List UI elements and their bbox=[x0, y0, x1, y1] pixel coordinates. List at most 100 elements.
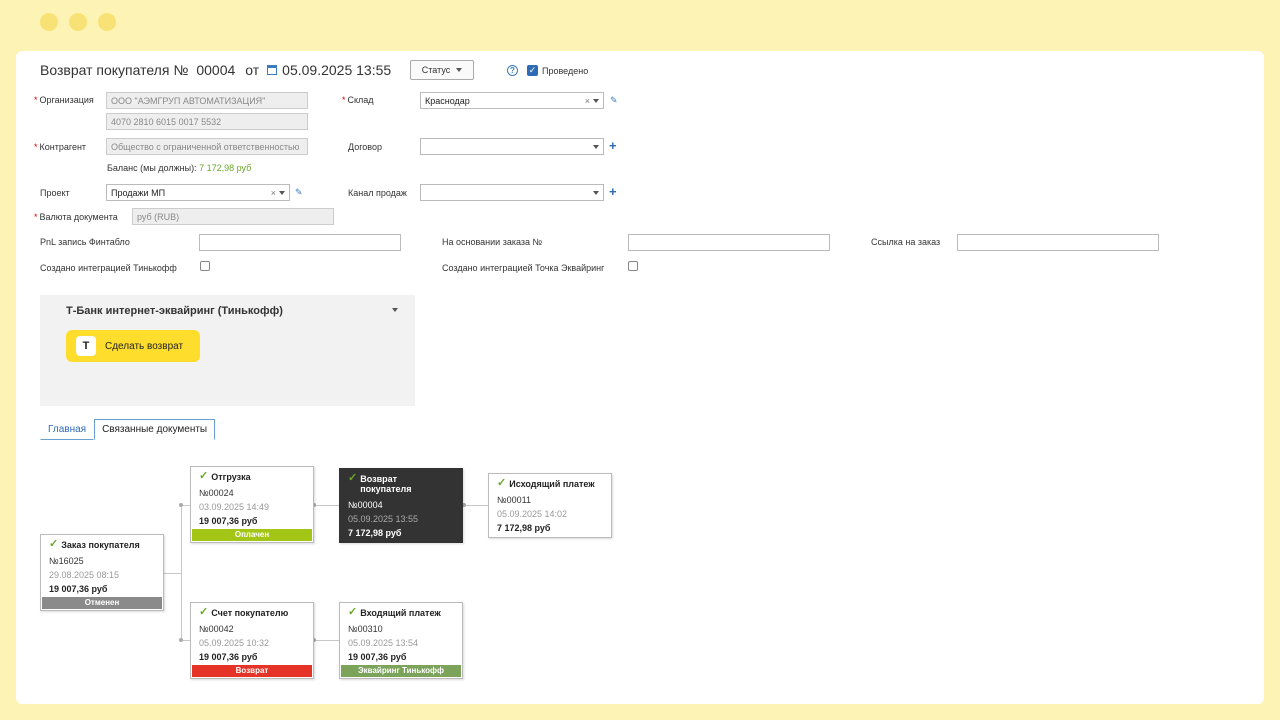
tochka-integration-checkbox[interactable] bbox=[628, 261, 638, 271]
card-number: №00011 bbox=[497, 495, 532, 505]
org-label: * Организация bbox=[34, 95, 94, 105]
project-select[interactable]: Продажи МП × bbox=[106, 184, 290, 201]
clear-icon[interactable]: × bbox=[585, 96, 590, 106]
check-icon: ✓ bbox=[49, 538, 59, 550]
contract-label: Договор bbox=[348, 142, 382, 152]
counterparty-label: * Контрагент bbox=[34, 142, 87, 152]
check-icon: ✓ bbox=[497, 477, 507, 489]
posted-checkbox-group[interactable]: ✓ Проведено bbox=[527, 65, 588, 76]
project-label: Проект bbox=[40, 188, 70, 198]
balance-row: Баланс (мы должны): 7 172,98 руб bbox=[107, 163, 251, 173]
doc-card-customer-order[interactable]: ✓ Заказ покупателя №16025 29.08.2025 08:1… bbox=[40, 534, 164, 611]
status-badge: Отменен bbox=[42, 597, 162, 609]
card-sum: 19 007,36 руб bbox=[199, 516, 258, 526]
edit-pencil-icon[interactable]: ✎ bbox=[295, 188, 303, 197]
card-title: Счет покупателю bbox=[211, 608, 289, 618]
doc-card-incoming-payment[interactable]: ✓ Входящий платеж №00310 05.09.2025 13:54… bbox=[339, 602, 463, 679]
connector-node bbox=[179, 638, 183, 642]
card-sum: 19 007,36 руб bbox=[49, 584, 108, 594]
org-field[interactable]: ООО "АЭМГРУП АВТОМАТИЗАЦИЯ" bbox=[106, 92, 308, 109]
doc-card-customer-return[interactable]: ✓ Возврат покупателя №00004 05.09.2025 13… bbox=[339, 468, 463, 543]
warehouse-select[interactable]: Краснодар × bbox=[420, 92, 604, 109]
connector bbox=[464, 505, 488, 506]
channel-label: Канал продаж bbox=[348, 188, 407, 198]
order-link-label: Ссылка на заказ bbox=[871, 237, 941, 247]
tabs-bar: Главная Связанные документы bbox=[40, 419, 216, 440]
connector bbox=[314, 640, 339, 641]
posted-checkbox[interactable]: ✓ bbox=[527, 65, 538, 76]
card-number: №00042 bbox=[199, 624, 234, 634]
card-date: 03.09.2025 14:49 bbox=[199, 502, 270, 512]
check-icon: ✓ bbox=[348, 606, 358, 618]
card-sum: 7 172,98 руб bbox=[497, 523, 551, 533]
tinkoff-integration-label: Создано интеграцией Тинькофф bbox=[40, 263, 177, 273]
connector bbox=[181, 505, 182, 641]
status-dropdown[interactable]: Статус bbox=[410, 60, 474, 80]
refund-button-label: Сделать возврат bbox=[105, 340, 184, 352]
card-date: 05.09.2025 13:54 bbox=[348, 638, 419, 648]
doc-date[interactable]: 05.09.2025 13:55 bbox=[282, 62, 391, 78]
document-window: Возврат покупателя № 00004 от 05.09.2025… bbox=[16, 51, 1264, 704]
connector bbox=[314, 505, 339, 506]
page-title: Возврат покупателя № 00004 от 05.09.2025… bbox=[40, 62, 391, 78]
chevron-down-icon[interactable] bbox=[593, 190, 599, 195]
order-basis-input[interactable] bbox=[628, 234, 830, 251]
card-date: 05.09.2025 10:32 bbox=[199, 638, 270, 648]
clear-icon[interactable]: × bbox=[271, 188, 276, 198]
pnl-label: PnL запись Финтабло bbox=[40, 237, 130, 247]
posted-label: Проведено bbox=[542, 65, 589, 76]
doc-card-invoice[interactable]: ✓ Счет покупателю №00042 05.09.2025 10:32… bbox=[190, 602, 314, 679]
card-title: Входящий платеж bbox=[360, 608, 441, 618]
help-icon[interactable]: ? bbox=[507, 65, 518, 76]
contract-select[interactable] bbox=[420, 138, 604, 155]
card-number: №00024 bbox=[199, 488, 234, 498]
doc-card-outgoing-payment[interactable]: ✓ Исходящий платеж №00011 05.09.2025 14:0… bbox=[488, 473, 612, 538]
doc-card-shipment[interactable]: ✓ Отгрузка №00024 03.09.2025 14:49 19 007… bbox=[190, 466, 314, 543]
window-dot-close[interactable] bbox=[40, 13, 58, 31]
card-sum: 7 172,98 руб bbox=[348, 528, 402, 538]
balance-value: 7 172,98 руб bbox=[199, 163, 252, 173]
check-icon: ✓ bbox=[199, 470, 209, 482]
account-field[interactable]: 4070 2810 6015 0017 5532 bbox=[106, 113, 308, 130]
currency-field[interactable]: руб (RUB) bbox=[132, 208, 334, 225]
card-date: 05.09.2025 13:55 bbox=[348, 514, 419, 524]
card-number: №16025 bbox=[49, 556, 84, 566]
card-title: Исходящий платеж bbox=[509, 479, 595, 489]
window-dot-minimize[interactable] bbox=[69, 13, 87, 31]
add-contract-icon[interactable]: + bbox=[609, 139, 617, 152]
edit-pencil-icon[interactable]: ✎ bbox=[610, 96, 618, 105]
chevron-down-icon[interactable] bbox=[279, 190, 285, 195]
order-link-input[interactable] bbox=[957, 234, 1159, 251]
channel-select[interactable] bbox=[420, 184, 604, 201]
tab-main[interactable]: Главная bbox=[40, 419, 95, 440]
card-sum: 19 007,36 руб bbox=[348, 652, 407, 662]
tochka-integration-label: Создано интеграцией Точка Эквайринг bbox=[442, 263, 605, 273]
tab-related-docs[interactable]: Связанные документы bbox=[94, 419, 216, 440]
refund-button[interactable]: Т Сделать возврат bbox=[66, 330, 200, 362]
card-title: Заказ покупателя bbox=[61, 540, 140, 550]
card-date: 05.09.2025 14:02 bbox=[497, 509, 568, 519]
collapse-caret-icon[interactable] bbox=[392, 308, 398, 312]
tabs-underline bbox=[231, 438, 1231, 439]
check-icon: ✓ bbox=[199, 606, 209, 618]
status-badge: Эквайринг Тинькофф bbox=[341, 665, 461, 677]
warehouse-value: Краснодар bbox=[425, 95, 470, 106]
project-value: Продажи МП bbox=[111, 187, 166, 198]
window-dot-maximize[interactable] bbox=[98, 13, 116, 31]
card-title: Отгрузка bbox=[211, 472, 251, 482]
tbank-panel: Т-Банк интернет-эквайринг (Тинькофф) Т С… bbox=[40, 295, 415, 406]
counterparty-field[interactable]: Общество с ограниченной ответственностью bbox=[106, 138, 308, 155]
add-channel-icon[interactable]: + bbox=[609, 185, 617, 198]
check-icon: ✓ bbox=[348, 472, 358, 484]
doc-number[interactable]: 00004 bbox=[196, 62, 235, 78]
card-title: Возврат покупателя bbox=[360, 474, 412, 494]
window-controls bbox=[40, 13, 116, 31]
date-prefix: от bbox=[245, 62, 260, 78]
balance-label: Баланс (мы должны): bbox=[107, 163, 197, 173]
chevron-down-icon[interactable] bbox=[593, 144, 599, 149]
chevron-down-icon[interactable] bbox=[593, 98, 599, 103]
order-basis-label: На основании заказа № bbox=[442, 237, 543, 247]
calendar-icon[interactable] bbox=[267, 65, 278, 75]
pnl-input[interactable] bbox=[199, 234, 401, 251]
tinkoff-integration-checkbox[interactable] bbox=[200, 261, 210, 271]
